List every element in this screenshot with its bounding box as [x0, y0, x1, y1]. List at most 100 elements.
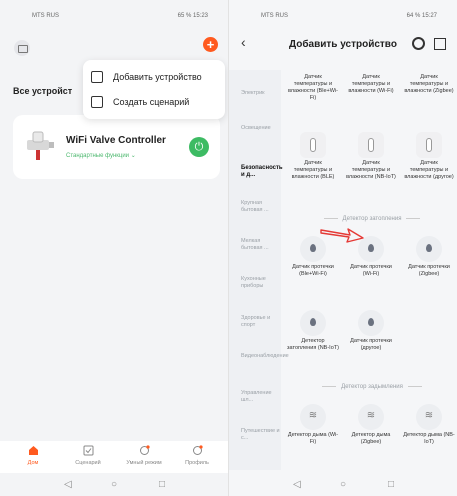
- product-tile[interactable]: Датчик протечки (другое): [345, 310, 397, 352]
- smart-mode-icon: [139, 445, 150, 456]
- product-tile[interactable]: Детектор дыма (Wi-Fi): [287, 404, 339, 446]
- profile-icon: [192, 445, 203, 456]
- tab-home[interactable]: Дом: [8, 445, 58, 466]
- product-label: Датчик температуры и влажности (Zigbee): [404, 74, 454, 94]
- smoke-icon: [300, 404, 326, 430]
- section-header-smoke: Детектор задымления: [287, 384, 457, 390]
- status-battery-time: 64 % 15:27: [406, 13, 437, 19]
- category-item[interactable]: Крупная бытовая ...: [241, 200, 283, 214]
- thermometer-icon: [416, 132, 442, 158]
- system-nav-bar: ◁ ○ □: [229, 473, 457, 496]
- qr-scan-icon[interactable]: [434, 38, 446, 50]
- right-phone-screen: MTS RUS 64 % 15:27 ‹ Добавить устройство…: [229, 0, 457, 496]
- scan-icon[interactable]: [412, 37, 425, 50]
- red-arrow-annotation-icon: [320, 228, 364, 243]
- category-item[interactable]: Видеонаблюдение: [241, 353, 289, 360]
- nav-back-icon[interactable]: ◁: [293, 479, 301, 490]
- product-label: Датчик температуры и влажности (NB-IoT): [346, 160, 396, 180]
- status-battery-time: 65 % 15:23: [177, 13, 208, 19]
- product-tile[interactable]: Датчик температуры и влажности (Ble+Wi-F…: [287, 70, 339, 102]
- device-subtitle[interactable]: Стандартные функции ⌄: [66, 152, 136, 159]
- product-label: Датчик температуры и влажности (BLE): [291, 160, 335, 180]
- product-label: Детектор дыма (NB-IoT): [403, 432, 455, 445]
- product-label: Датчик температуры и влажности (другое): [404, 160, 454, 180]
- add-device-icon: [91, 71, 103, 83]
- chevron-down-icon: ⌄: [130, 153, 136, 159]
- home-selector-icon[interactable]: [14, 40, 30, 56]
- nav-home-icon[interactable]: ○: [340, 479, 346, 490]
- product-label: Датчик протечки (Wi-Fi): [350, 264, 392, 277]
- page-title: Добавить устройство: [289, 39, 397, 50]
- power-toggle-button[interactable]: ⏻: [189, 137, 209, 157]
- thermometer-icon: [300, 132, 326, 158]
- product-label: Детектор затопления (NB-IoT): [287, 338, 339, 351]
- section-header-flood: Детектор затопления: [287, 216, 457, 222]
- product-label: Датчик протечки (другое): [350, 338, 392, 351]
- bottom-tab-bar: Дом Сценарий Умный режим Профиль: [0, 441, 228, 473]
- tab-scenario[interactable]: Сценарий: [63, 445, 113, 466]
- category-item[interactable]: Кухонные приборы: [241, 276, 283, 290]
- product-tile[interactable]: Детектор дыма (NB-IoT): [403, 404, 455, 446]
- tab-label-smart-mode: Умный режим: [126, 460, 162, 466]
- nav-home-icon[interactable]: ○: [111, 479, 117, 490]
- product-tile[interactable]: Датчик температуры и влажности (NB-IoT): [345, 132, 397, 181]
- product-tile[interactable]: Датчик температуры и влажности (Zigbee): [403, 70, 455, 95]
- smoke-icon: [358, 404, 384, 430]
- water-drop-icon: [358, 310, 384, 336]
- category-item[interactable]: Путешествие и с...: [241, 428, 283, 442]
- product-grid: Датчик температуры и влажности (Ble+Wi-F…: [287, 70, 457, 470]
- system-nav-bar: ◁ ○ □: [0, 473, 228, 496]
- category-item[interactable]: Освещение: [241, 125, 283, 132]
- nav-recent-icon[interactable]: □: [388, 479, 394, 490]
- menu-label-create-scenario: Создать сценарий: [113, 97, 190, 107]
- create-scenario-icon: [91, 96, 103, 108]
- status-carrier: MTS RUS: [261, 13, 288, 19]
- tab-label-scenario: Сценарий: [75, 460, 101, 466]
- device-card[interactable]: WiFi Valve Controller Стандартные функци…: [13, 115, 220, 179]
- status-carrier: MTS RUS: [32, 13, 59, 19]
- product-tile[interactable]: Датчик температуры и влажности (Wi-Fi): [345, 70, 397, 95]
- water-drop-icon: [300, 310, 326, 336]
- menu-item-create-scenario[interactable]: Создать сценарий: [91, 92, 189, 112]
- product-label: Детектор дыма (Wi-Fi): [287, 432, 339, 445]
- category-item[interactable]: Электрик: [241, 90, 283, 97]
- product-label: Датчик протечки (Ble+Wi-Fi): [292, 264, 334, 277]
- device-subtitle-text: Стандартные функции: [66, 153, 130, 159]
- product-label: Детектор дыма (Zigbee): [351, 432, 391, 445]
- all-devices-heading: Все устройст: [13, 86, 73, 96]
- smoke-icon: [416, 404, 442, 430]
- valve-device-icon: [27, 131, 54, 160]
- device-name: WiFi Valve Controller: [66, 135, 166, 146]
- category-item[interactable]: Мелкая бытовая ...: [241, 238, 283, 252]
- tab-profile[interactable]: Профиль: [172, 445, 222, 466]
- tab-smart-mode[interactable]: Умный режим: [119, 445, 169, 466]
- tab-label-home: Дом: [27, 460, 39, 466]
- menu-label-add-device: Добавить устройство: [113, 72, 202, 82]
- back-chevron-icon[interactable]: ‹: [241, 34, 246, 50]
- checkbox-icon: [83, 445, 94, 456]
- thermometer-icon: [358, 132, 384, 158]
- category-item-active[interactable]: Безопасность и д...: [241, 165, 283, 179]
- nav-recent-icon[interactable]: □: [159, 479, 165, 490]
- product-label: Датчик температуры и влажности (Ble+Wi-F…: [288, 74, 338, 101]
- product-tile[interactable]: Детектор затопления (NB-IoT): [287, 310, 339, 352]
- left-phone-screen: MTS RUS 65 % 15:23 + Все устройст WiFi V…: [0, 0, 228, 496]
- status-bar: MTS RUS 64 % 15:27: [229, 10, 457, 24]
- product-tile[interactable]: Датчик температуры и влажности (другое): [403, 132, 455, 181]
- product-label: Датчик протечки (Zigbee): [408, 264, 450, 277]
- status-bar: MTS RUS 65 % 15:23: [0, 10, 228, 24]
- category-sidebar: Электрик Освещение Безопасность и д... К…: [229, 70, 289, 470]
- nav-back-icon[interactable]: ◁: [64, 479, 72, 490]
- product-tile[interactable]: Детектор дыма (Zigbee): [345, 404, 397, 446]
- water-drop-icon: [416, 236, 442, 262]
- category-item[interactable]: Управление шл...: [241, 390, 283, 404]
- home-icon: [28, 445, 39, 456]
- product-tile[interactable]: Датчик протечки (Zigbee): [403, 236, 455, 278]
- product-tile[interactable]: Датчик температуры и влажности (BLE): [287, 132, 339, 181]
- menu-item-add-device[interactable]: Добавить устройство: [91, 67, 202, 87]
- category-item[interactable]: Здоровье и спорт: [241, 315, 283, 329]
- tab-label-profile: Профиль: [185, 460, 209, 466]
- product-label: Датчик температуры и влажности (Wi-Fi): [348, 74, 394, 94]
- add-plus-button[interactable]: +: [203, 37, 218, 52]
- add-menu-popup: Добавить устройство Создать сценарий: [83, 60, 225, 119]
